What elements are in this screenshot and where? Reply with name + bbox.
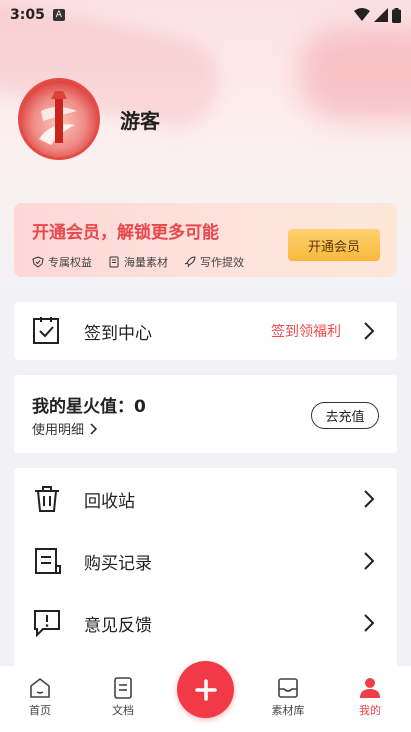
usage-detail-label: 使用明细: [32, 423, 85, 438]
tab-mine[interactable]: 我的: [340, 676, 400, 718]
user-icon: [360, 678, 380, 698]
tab-label: 文档: [112, 704, 134, 717]
tab-label: 我的: [359, 704, 381, 717]
menu-item-purchase-history[interactable]: 购买记录: [14, 530, 397, 592]
open-vip-button[interactable]: 开通会员: [288, 229, 380, 261]
avatar[interactable]: [18, 78, 100, 160]
status-time: 3:05: [10, 7, 45, 23]
chevron-right-icon: [364, 552, 375, 570]
menu-item-label: 回收站: [84, 491, 135, 512]
home-icon: [30, 677, 50, 698]
inbox-icon: [278, 678, 298, 698]
menu-item-label: 购买记录: [84, 553, 152, 574]
vip-promo-card[interactable]: 开通会员，解锁更多可能 专属权益 海量素材 写作提效 开通会员: [14, 203, 397, 277]
checkbox-icon: [33, 317, 59, 344]
shield-icon: [32, 256, 44, 268]
vip-perk-label: 专属权益: [48, 256, 92, 269]
tab-home[interactable]: 首页: [10, 676, 70, 718]
profile-section[interactable]: 游客: [18, 78, 160, 160]
create-button[interactable]: [177, 661, 234, 718]
chevron-right-icon: [364, 490, 375, 508]
vip-perks: 专属权益 海量素材 写作提效: [32, 254, 244, 270]
rocket-icon: [184, 256, 196, 268]
tab-label: 首页: [29, 704, 51, 717]
chevron-right-icon: [364, 614, 375, 632]
trash-icon: [35, 486, 59, 512]
receipt-icon: [35, 548, 61, 574]
menu-item-feedback[interactable]: 意见反馈: [14, 592, 397, 654]
vip-perk: 专属权益: [32, 254, 92, 270]
tab-documents[interactable]: 文档: [93, 676, 153, 718]
chevron-right-icon: [364, 322, 375, 340]
signal-icon: [374, 8, 388, 22]
feedback-icon: [34, 610, 60, 638]
points-balance: 我的星火值：0: [32, 397, 146, 417]
menu-item-label: 意见反馈: [84, 615, 152, 636]
usage-detail-link[interactable]: 使用明细: [32, 419, 98, 438]
checkin-label: 签到中心: [84, 323, 152, 344]
document-icon: [109, 256, 119, 268]
battery-icon: [392, 7, 401, 23]
settings-menu: 回收站 购买记录 意见反馈: [14, 468, 397, 666]
status-bar: 3:05 A: [0, 0, 411, 30]
vip-perk: 写作提效: [184, 254, 244, 270]
recharge-button[interactable]: 去充值: [311, 402, 379, 429]
tab-material-library[interactable]: 素材库: [258, 676, 318, 718]
menu-item-recycle-bin[interactable]: 回收站: [14, 468, 397, 530]
checkin-center-row[interactable]: 签到中心 签到领福利: [14, 302, 397, 360]
points-card: 我的星火值：0 使用明细 去充值: [14, 375, 397, 453]
tab-label: 素材库: [271, 704, 305, 717]
notification-app-icon: A: [52, 9, 65, 21]
checkin-reward-link[interactable]: 签到领福利: [271, 321, 341, 341]
chevron-right-icon: [90, 422, 98, 435]
wifi-icon: [354, 8, 370, 21]
torch-logo-icon: [39, 91, 77, 145]
vip-title: 开通会员，解锁更多可能: [32, 223, 219, 243]
plus-icon: [194, 678, 217, 701]
document-icon: [114, 677, 132, 699]
vip-perk: 海量素材: [108, 254, 168, 270]
status-indicators: [354, 7, 401, 23]
vip-perk-label: 海量素材: [124, 256, 168, 269]
username: 游客: [120, 108, 160, 133]
vip-perk-label: 写作提效: [200, 256, 244, 269]
